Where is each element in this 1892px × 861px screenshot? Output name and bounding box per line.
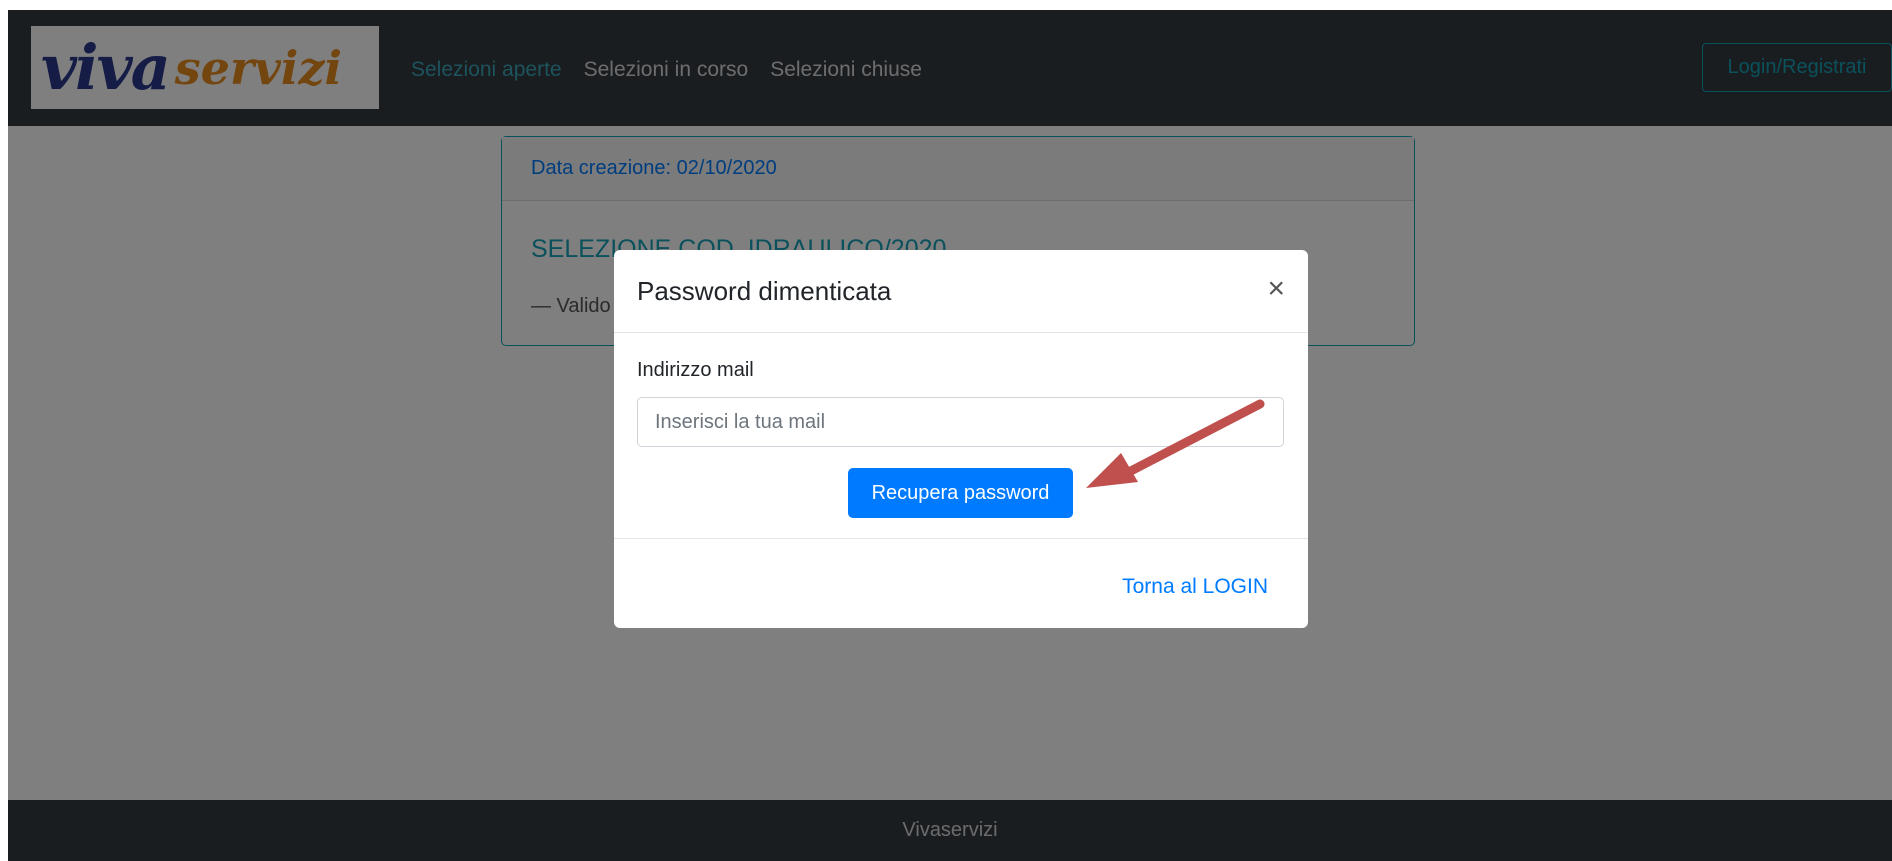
- page-frame: viva servizi Selezioni aperte Selezioni …: [8, 10, 1892, 861]
- annotation-arrow-icon: [1086, 399, 1265, 488]
